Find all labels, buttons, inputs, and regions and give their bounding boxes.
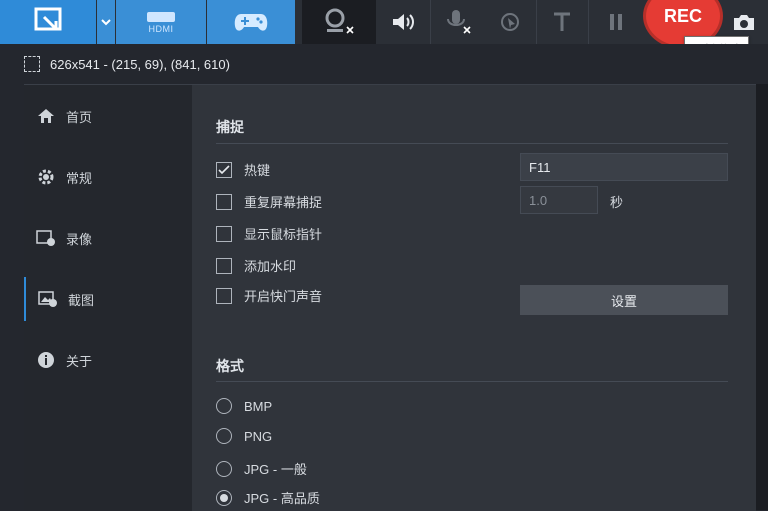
show-cursor-option[interactable]: 显示鼠标指针 bbox=[216, 224, 322, 243]
jpg-normal-label: JPG - 一般 bbox=[244, 462, 307, 477]
screenshot-settings-icon bbox=[38, 289, 58, 309]
jpg-normal-radio[interactable] bbox=[216, 460, 232, 477]
speaker-button[interactable] bbox=[378, 0, 428, 44]
gamepad-icon bbox=[234, 14, 268, 31]
sidebar-item-label: 首页 bbox=[66, 109, 93, 125]
show-cursor-checkbox[interactable] bbox=[216, 225, 232, 242]
repeat-capture-checkbox[interactable] bbox=[216, 193, 232, 210]
hotkey-label: 热键 bbox=[244, 163, 271, 178]
select-area-icon bbox=[34, 7, 62, 31]
hdmi-label: HDMI bbox=[148, 24, 174, 34]
text-button[interactable] bbox=[538, 0, 586, 44]
chevron-down-icon bbox=[101, 19, 111, 26]
seconds-unit: 秒 bbox=[610, 195, 624, 210]
video-settings-icon bbox=[36, 228, 56, 248]
bmp-label: BMP bbox=[244, 398, 273, 414]
sidebar-item-home[interactable]: 首页 bbox=[24, 94, 192, 138]
pause-button[interactable] bbox=[590, 0, 642, 44]
watermark-option[interactable]: 添加水印 bbox=[216, 256, 296, 275]
sidebar-item-label: 关于 bbox=[66, 353, 93, 369]
hdmi-icon bbox=[147, 12, 175, 22]
format-option-jpg-normal[interactable]: JPG - 一般 bbox=[216, 459, 307, 478]
capture-section-title: 捕捉 bbox=[216, 119, 244, 135]
checkmark-icon bbox=[218, 164, 230, 174]
pause-icon bbox=[610, 14, 622, 30]
cursor-button[interactable] bbox=[486, 0, 534, 44]
sidebar-item-label: 常规 bbox=[66, 170, 93, 186]
microphone-off-icon bbox=[447, 10, 471, 34]
hotkey-input[interactable]: F11 bbox=[520, 153, 728, 181]
settings-sidebar: 首页 常规 录像 截图 关于 bbox=[24, 84, 192, 511]
watermark-label: 添加水印 bbox=[244, 259, 297, 274]
divider bbox=[216, 143, 728, 144]
selection-info-bar: 626x541 - (215, 69), (841, 610) bbox=[0, 44, 768, 84]
shutter-sound-label: 开启快门声音 bbox=[244, 289, 323, 304]
window-right-edge bbox=[756, 84, 768, 510]
shutter-settings-button[interactable]: 设置 bbox=[520, 285, 728, 315]
info-icon bbox=[36, 350, 56, 370]
hdmi-button[interactable]: HDMI bbox=[116, 0, 206, 44]
png-radio[interactable] bbox=[216, 428, 232, 444]
selection-rect-icon bbox=[24, 56, 40, 72]
speaker-icon bbox=[393, 14, 414, 30]
settings-content: 捕捉 热键 重复屏幕捕捉 显示鼠标指针 添加水印 开启快门声音 F11 1.0 … bbox=[192, 84, 756, 511]
png-label: PNG bbox=[244, 428, 273, 444]
divider bbox=[216, 381, 728, 382]
shutter-sound-checkbox[interactable] bbox=[216, 287, 232, 304]
watermark-checkbox[interactable] bbox=[216, 257, 232, 274]
gear-icon bbox=[36, 167, 56, 187]
select-area-dropdown[interactable] bbox=[97, 0, 115, 44]
top-toolbar: HDMI REC bbox=[0, 0, 768, 46]
text-icon bbox=[554, 12, 570, 31]
hotkey-option[interactable]: 热键 bbox=[216, 160, 270, 179]
shutter-sound-option[interactable]: 开启快门声音 bbox=[216, 286, 322, 305]
format-option-jpg-high[interactable]: JPG - 高品质 bbox=[216, 488, 320, 507]
jpg-high-radio[interactable] bbox=[216, 489, 232, 506]
sidebar-item-about[interactable]: 关于 bbox=[24, 338, 192, 382]
camera-icon bbox=[734, 15, 754, 30]
microphone-button[interactable] bbox=[432, 0, 484, 44]
format-section-title: 格式 bbox=[216, 358, 244, 374]
webcam-button[interactable] bbox=[302, 0, 376, 44]
game-button[interactable] bbox=[207, 0, 295, 44]
show-cursor-label: 显示鼠标指针 bbox=[244, 227, 323, 242]
select-area-button[interactable] bbox=[0, 0, 96, 44]
webcam-off-icon bbox=[325, 8, 354, 34]
repeat-capture-option[interactable]: 重复屏幕捕捉 bbox=[216, 192, 322, 211]
sidebar-item-label: 截图 bbox=[68, 292, 95, 308]
radio-selected-dot bbox=[220, 493, 228, 502]
sidebar-item-label: 录像 bbox=[66, 231, 93, 247]
sidebar-item-general[interactable]: 常规 bbox=[24, 155, 192, 199]
format-option-bmp[interactable]: BMP bbox=[216, 398, 272, 414]
jpg-high-label: JPG - 高品质 bbox=[244, 491, 320, 506]
cursor-click-icon bbox=[501, 13, 519, 31]
home-icon bbox=[36, 106, 56, 126]
sidebar-item-video[interactable]: 录像 bbox=[24, 216, 192, 260]
sidebar-item-screenshot[interactable]: 截图 bbox=[24, 277, 194, 321]
bmp-radio[interactable] bbox=[216, 398, 232, 414]
selection-info-text: 626x541 - (215, 69), (841, 610) bbox=[50, 56, 230, 72]
format-option-png[interactable]: PNG bbox=[216, 428, 272, 444]
hotkey-checkbox[interactable] bbox=[216, 161, 232, 178]
repeat-capture-label: 重复屏幕捕捉 bbox=[244, 195, 323, 210]
repeat-interval-input[interactable]: 1.0 bbox=[520, 186, 598, 214]
